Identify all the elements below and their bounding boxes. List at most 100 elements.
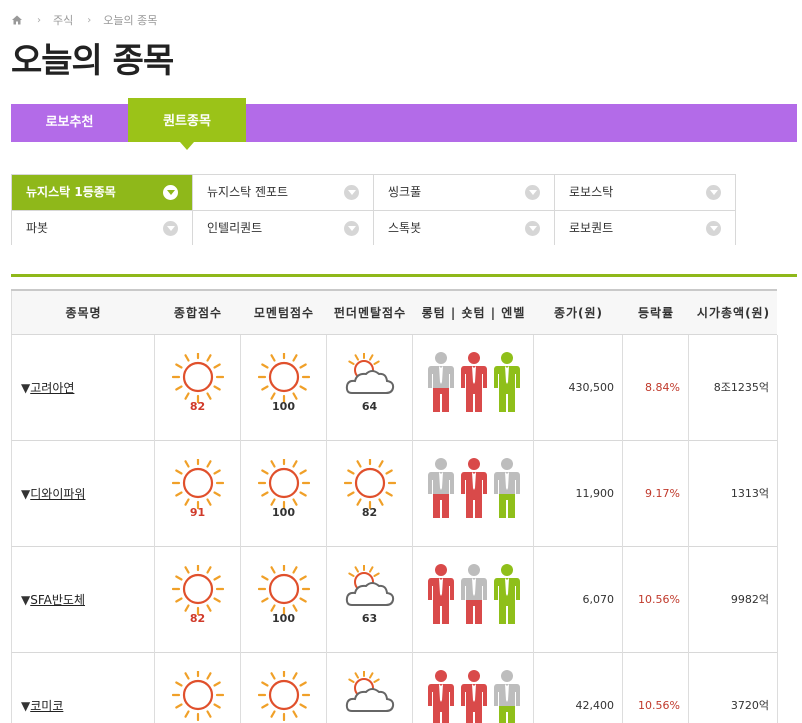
fundamental-score-value: 82 — [361, 506, 378, 519]
sun-icon — [171, 671, 224, 721]
fundamental-score-value: 63 — [361, 612, 378, 625]
subtab-newsystock-first[interactable]: 뉴지스탁 1등종목 — [12, 175, 193, 210]
momentum-score-cell — [241, 653, 327, 723]
person-signal-icon — [461, 352, 487, 412]
table-row: ▼디와이파워 91 100 82 11,900 9.17% 1313억 — [11, 441, 778, 547]
person-signal-icon — [428, 670, 454, 723]
table-row: ▼SFA반도체 82 100 63 6,070 10.56% 9982억 — [11, 547, 778, 653]
market-cap-value: 3720억 — [689, 653, 778, 723]
stock-table: 종목명 종합점수 모멘텀점수 펀더멘탈점수 롱텀 | 숏텀 | 엔벨 종가(원)… — [11, 289, 778, 723]
change-rate-value: 10.56% — [623, 547, 689, 653]
fundamental-score-cell: 63 — [327, 547, 413, 653]
col-header-name: 종목명 — [65, 306, 102, 320]
subtab-label: 스톡봇 — [388, 221, 422, 235]
momentum-score-value: 100 — [272, 612, 295, 625]
stock-name-link[interactable]: 고려아연 — [30, 381, 74, 395]
cloud-icon — [345, 353, 394, 394]
subtab-label: 인텔리퀀트 — [207, 221, 263, 235]
tab-robo-recommend[interactable]: 로보추천 — [11, 104, 128, 142]
person-signal-icon — [494, 670, 520, 723]
sun-icon — [171, 353, 224, 403]
subtab-robostock[interactable]: 로보스탁 — [555, 175, 736, 210]
sun-icon — [257, 459, 310, 509]
breadcrumb-current: 오늘의 종목 — [103, 14, 158, 27]
col-header-change: 등락률 — [637, 306, 675, 320]
total-score-value: 91 — [189, 506, 206, 519]
price-value: 42,400 — [534, 653, 623, 723]
fundamental-score-cell: 82 — [327, 441, 413, 547]
stock-name-link[interactable]: SFA반도체 — [30, 593, 85, 607]
chevron-down-icon — [344, 185, 359, 200]
col-header-price: 종가(원) — [553, 306, 604, 320]
home-icon[interactable] — [11, 14, 23, 26]
chevron-down-icon — [344, 221, 359, 236]
col-header-signals: 롱텀 | 숏텀 | 엔벨 — [421, 306, 526, 320]
main-tab-bar: 로보추천 퀀트종목 — [11, 98, 797, 150]
sun-icon — [343, 459, 396, 509]
fundamental-score-cell — [327, 653, 413, 723]
stock-name-cell: ▼디와이파워 — [12, 441, 155, 547]
tab-quant-stocks[interactable]: 퀀트종목 — [128, 98, 246, 150]
expand-arrow-icon: ▼ — [21, 381, 31, 395]
momentum-score-value: 100 — [272, 400, 295, 413]
fundamental-score-cell: 64 — [327, 335, 413, 441]
change-rate-value: 9.17% — [623, 441, 689, 547]
signals-cell — [413, 547, 534, 653]
person-signal-icon — [461, 564, 487, 624]
subtab-label: 파봇 — [26, 221, 49, 235]
signals-cell — [413, 441, 534, 547]
subtab-stockbot[interactable]: 스톡봇 — [374, 210, 555, 245]
stock-name-cell: ▼SFA반도체 — [12, 547, 155, 653]
market-cap-value: 8조1235억 — [689, 335, 778, 441]
momentum-score-cell: 100 — [241, 441, 327, 547]
momentum-score-cell: 100 — [241, 547, 327, 653]
table-row: ▼코미코 42,400 10.56% 3720억 — [11, 653, 778, 723]
price-value: 6,070 — [534, 547, 623, 653]
cloud-icon — [345, 565, 394, 606]
expand-arrow-icon: ▼ — [21, 593, 31, 607]
person-signal-icon — [428, 564, 454, 624]
chevron-down-icon — [706, 185, 721, 200]
subtab-label: 뉴지스탁 젠포트 — [207, 185, 289, 199]
chevron-down-icon — [525, 185, 540, 200]
breadcrumb-link-stock[interactable]: 주식 — [53, 12, 73, 28]
person-signal-icon — [494, 564, 520, 624]
sun-icon — [171, 565, 224, 615]
sun-icon — [257, 565, 310, 615]
stock-name-link[interactable]: 디와이파워 — [30, 487, 85, 501]
expand-arrow-icon: ▼ — [21, 699, 31, 713]
subtab-label: 로보스탁 — [569, 185, 614, 199]
fundamental-score-value: 64 — [361, 400, 378, 413]
col-header-momentum: 모멘텀점수 — [253, 306, 315, 320]
stock-name-cell: ▼고려아연 — [12, 335, 155, 441]
price-value: 430,500 — [534, 335, 623, 441]
chevron-down-icon — [706, 221, 721, 236]
cloud-icon — [345, 671, 394, 712]
chevron-down-icon — [163, 221, 178, 236]
momentum-score-cell: 100 — [241, 335, 327, 441]
total-score-cell: 82 — [155, 335, 241, 441]
price-value: 11,900 — [534, 441, 623, 547]
person-signal-icon — [494, 458, 520, 518]
table-row: ▼고려아연 82 100 64 430,500 8.84% 8조1235억 — [11, 335, 778, 441]
market-cap-value: 1313억 — [689, 441, 778, 547]
signals-cell — [413, 335, 534, 441]
chevron-right-icon: › — [87, 14, 92, 26]
stock-name-link[interactable]: 코미코 — [30, 699, 63, 713]
chevron-right-icon: › — [37, 14, 41, 26]
total-score-value: 82 — [189, 612, 206, 625]
sub-tab-grid: 뉴지스탁 1등종목 뉴지스탁 젠포트 씽크풀 로보스탁 파봇 인텔리퀀트 스톡봇… — [11, 174, 736, 245]
subtab-thinkpool[interactable]: 씽크풀 — [374, 175, 555, 210]
total-score-cell: 82 — [155, 547, 241, 653]
breadcrumb: › 주식 › 오늘의 종목 — [11, 11, 157, 29]
change-rate-value: 8.84% — [623, 335, 689, 441]
subtab-pabot[interactable]: 파봇 — [12, 210, 193, 245]
subtab-newsystock-genport[interactable]: 뉴지스탁 젠포트 — [193, 175, 374, 210]
person-signal-icon — [494, 352, 520, 412]
subtab-intelliquant[interactable]: 인텔리퀀트 — [193, 210, 374, 245]
total-score-cell: 91 — [155, 441, 241, 547]
chevron-down-icon — [525, 221, 540, 236]
page-title: 오늘의 종목 — [11, 41, 174, 81]
subtab-roboquant[interactable]: 로보퀀트 — [555, 210, 736, 245]
col-header-fundamental: 펀더멘탈점수 — [333, 306, 407, 320]
